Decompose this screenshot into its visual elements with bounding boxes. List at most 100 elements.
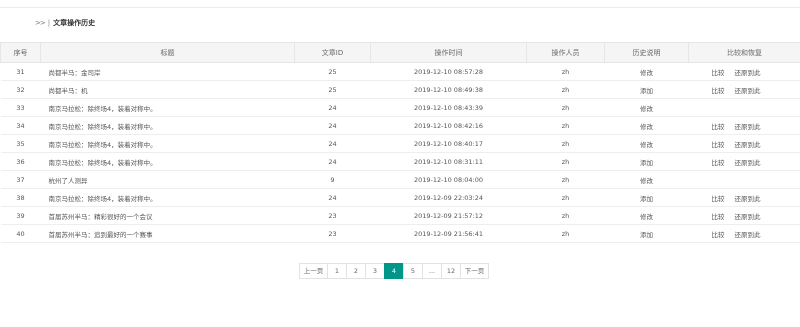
cell-index: 39 — [0, 206, 41, 225]
cell-actions: 比较 还原到此 — [688, 62, 800, 81]
prev-page-button[interactable]: 上一页 — [299, 263, 328, 279]
cell-actions: 比较 还原到此 — [688, 116, 800, 135]
cell-actions: 比较 还原到此 — [688, 134, 800, 153]
page-button-3[interactable]: 3 — [365, 263, 385, 279]
cell-article-id: 24 — [294, 188, 371, 207]
cell-note: 添加 — [604, 188, 689, 207]
compare-link[interactable]: 比较 — [712, 141, 725, 149]
top-divider — [0, 7, 800, 8]
page-button-4[interactable]: 4 — [384, 263, 404, 279]
page-ellipsis: ... — [422, 263, 442, 279]
cell-time: 2019-12-10 08:40:17 — [370, 134, 527, 153]
cell-time: 2019-12-09 21:57:12 — [370, 206, 527, 225]
cell-time: 2019-12-09 21:56:41 — [370, 224, 527, 243]
restore-link[interactable]: 还原到此 — [735, 213, 761, 221]
cell-title: 南京马拉松：除终场4，装着对称中。 — [40, 134, 295, 153]
cell-actions — [688, 98, 800, 117]
cell-title: 南京马拉松：除终场4，装着对称中。 — [40, 188, 295, 207]
table-row: 38 南京马拉松：除终场4，装着对称中。 24 2019-12-09 22:03:24… — [0, 188, 800, 207]
header-note: 历史说明 — [604, 42, 689, 63]
cell-time: 2019-12-10 08:57:28 — [370, 62, 527, 81]
cell-user: zh — [526, 98, 605, 117]
table-row: 39 首届苏州半马：精彩很好的一个会议 23 2019-12-09 21:57:12 z… — [0, 206, 800, 225]
restore-link[interactable]: 还原到此 — [735, 87, 761, 95]
restore-link[interactable]: 还原到此 — [735, 141, 761, 149]
cell-title: 首届苏州半马：追到最好的一个赛事 — [40, 224, 295, 243]
restore-link[interactable]: 还原到此 — [735, 231, 761, 239]
page-button-5[interactable]: 5 — [403, 263, 423, 279]
compare-link[interactable]: 比较 — [712, 123, 725, 131]
cell-title: 南京马拉松：除终场4，装着对称中。 — [40, 98, 295, 117]
cell-user: zh — [526, 188, 605, 207]
table-row: 33 南京马拉松：除终场4，装着对称中。 24 2019-12-10 08:43:39… — [0, 98, 800, 117]
cell-index: 34 — [0, 116, 41, 135]
cell-article-id: 24 — [294, 98, 371, 117]
page-button-2[interactable]: 2 — [346, 263, 366, 279]
cell-article-id: 25 — [294, 62, 371, 81]
cell-index: 32 — [0, 80, 41, 99]
cell-index: 33 — [0, 98, 41, 117]
restore-link[interactable]: 还原到此 — [735, 123, 761, 131]
compare-link[interactable]: 比较 — [712, 69, 725, 77]
compare-link[interactable]: 比较 — [712, 231, 725, 239]
cell-user: zh — [526, 80, 605, 99]
restore-link[interactable]: 还原到此 — [735, 159, 761, 167]
cell-time: 2019-12-10 08:42:16 — [370, 116, 527, 135]
cell-note: 添加 — [604, 80, 689, 99]
breadcrumb-arrow-icon: >> — [35, 19, 46, 27]
pagination: 上一页 1 2 3 4 5 ... 12 下一页 — [299, 263, 489, 279]
compare-link[interactable]: 比较 — [712, 87, 725, 95]
table-row: 35 南京马拉松：除终场4，装着对称中。 24 2019-12-10 08:40:17… — [0, 134, 800, 153]
cell-title: 尚都半马：机 — [40, 80, 295, 99]
page-button-1[interactable]: 1 — [327, 263, 347, 279]
cell-note: 修改 — [604, 170, 689, 189]
restore-link[interactable]: 还原到此 — [735, 69, 761, 77]
header-time: 操作时间 — [370, 42, 527, 63]
next-page-button[interactable]: 下一页 — [460, 263, 489, 279]
cell-index: 36 — [0, 152, 41, 171]
cell-index: 35 — [0, 134, 41, 153]
table-row: 31 尚都半马：金司岸 25 2019-12-10 08:57:28 zh 修改 比较 还原到… — [0, 62, 800, 81]
cell-time: 2019-12-09 22:03:24 — [370, 188, 527, 207]
cell-article-id: 24 — [294, 134, 371, 153]
cell-actions: 比较 还原到此 — [688, 206, 800, 225]
cell-user: zh — [526, 62, 605, 81]
header-article-id: 文章ID — [294, 42, 371, 63]
cell-user: zh — [526, 134, 605, 153]
cell-note: 修改 — [604, 134, 689, 153]
cell-article-id: 25 — [294, 80, 371, 99]
compare-link[interactable]: 比较 — [712, 195, 725, 203]
page-title: 文章操作历史 — [53, 19, 96, 27]
table-row: 32 尚都半马：机 25 2019-12-10 08:49:38 zh 添加 比较 还原到此 — [0, 80, 800, 99]
cell-user: zh — [526, 116, 605, 135]
cell-note: 修改 — [604, 98, 689, 117]
cell-time: 2019-12-10 08:49:38 — [370, 80, 527, 99]
restore-link[interactable]: 还原到此 — [735, 195, 761, 203]
cell-article-id: 24 — [294, 116, 371, 135]
cell-user: zh — [526, 152, 605, 171]
table-row: 34 南京马拉松：除终场4，装着对称中。 24 2019-12-10 08:42:16… — [0, 116, 800, 135]
cell-actions: 比较 还原到此 — [688, 152, 800, 171]
compare-link[interactable]: 比较 — [712, 213, 725, 221]
cell-article-id: 23 — [294, 224, 371, 243]
cell-title: 南京马拉松：除终场4，装着对称中。 — [40, 152, 295, 171]
table-header-row: 序号 标题 文章ID 操作时间 操作人员 历史说明 比较和恢复 — [0, 42, 800, 63]
cell-user: zh — [526, 206, 605, 225]
cell-note: 修改 — [604, 116, 689, 135]
cell-time: 2019-12-10 08:43:39 — [370, 98, 527, 117]
cell-title: 首届苏州半马：精彩很好的一个会议 — [40, 206, 295, 225]
cell-article-id: 24 — [294, 152, 371, 171]
table-row: 36 南京马拉松：除终场4，装着对称中。 24 2019-12-10 08:31:11… — [0, 152, 800, 171]
cell-actions: 比较 还原到此 — [688, 188, 800, 207]
header-index: 序号 — [0, 42, 41, 63]
cell-title: 尚都半马：金司岸 — [40, 62, 295, 81]
cell-actions — [688, 170, 800, 189]
table-row: 40 首届苏州半马：追到最好的一个赛事 23 2019-12-09 21:56:41 z… — [0, 224, 800, 243]
cell-index: 31 — [0, 62, 41, 81]
cell-index: 38 — [0, 188, 41, 207]
cell-user: zh — [526, 224, 605, 243]
page-button-12[interactable]: 12 — [441, 263, 461, 279]
cell-index: 40 — [0, 224, 41, 243]
compare-link[interactable]: 比较 — [712, 159, 725, 167]
table-row: 37 杭州了人测异 9 2019-12-10 08:04:00 zh 修改 — [0, 170, 800, 189]
